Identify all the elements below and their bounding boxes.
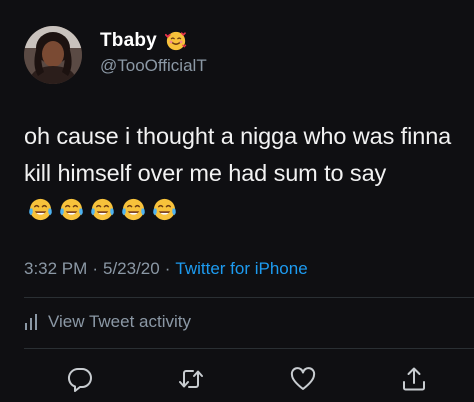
bar-chart-icon xyxy=(25,314,37,330)
tweet-time: 3:32 PM xyxy=(24,259,88,278)
view-tweet-activity-label: View Tweet activity xyxy=(48,312,191,331)
tweet-meta: 3:32 PM · 5/23/20 · Twitter for iPhone xyxy=(24,259,308,279)
face-with-tears-of-joy-icon xyxy=(60,199,83,221)
profile-photo-icon xyxy=(24,26,82,84)
emoji-group xyxy=(28,197,177,222)
smiling-face-with-hearts-icon xyxy=(164,31,187,51)
face-with-tears-of-joy-icon xyxy=(29,199,52,221)
face-with-tears-of-joy-icon xyxy=(153,199,176,221)
divider xyxy=(24,297,474,298)
heart-icon[interactable] xyxy=(290,366,316,392)
view-tweet-activity-link[interactable]: View Tweet activity xyxy=(24,312,191,332)
reply-icon[interactable] xyxy=(67,366,93,392)
action-bar xyxy=(0,360,474,396)
face-with-tears-of-joy-icon xyxy=(122,199,145,221)
tweet-date: 5/23/20 xyxy=(102,259,160,278)
retweet-icon[interactable] xyxy=(178,366,204,392)
meta-separator: · xyxy=(92,259,98,278)
meta-separator: · xyxy=(164,259,171,278)
tweet-source-link[interactable]: Twitter for iPhone xyxy=(175,259,307,279)
tweet-card: Tbaby @TooOfficialT oh cause i thought a… xyxy=(0,0,474,402)
user-handle[interactable]: @TooOfficialT xyxy=(100,56,207,76)
name-row: Tbaby xyxy=(100,29,187,53)
tweet-body: oh cause i thought a nigga who was finna… xyxy=(24,123,452,186)
avatar[interactable] xyxy=(24,26,82,84)
display-name[interactable]: Tbaby xyxy=(100,30,157,52)
divider xyxy=(24,348,474,349)
tweet-text: oh cause i thought a nigga who was finna… xyxy=(24,118,464,229)
share-icon[interactable] xyxy=(401,366,427,392)
face-with-tears-of-joy-icon xyxy=(91,199,114,221)
